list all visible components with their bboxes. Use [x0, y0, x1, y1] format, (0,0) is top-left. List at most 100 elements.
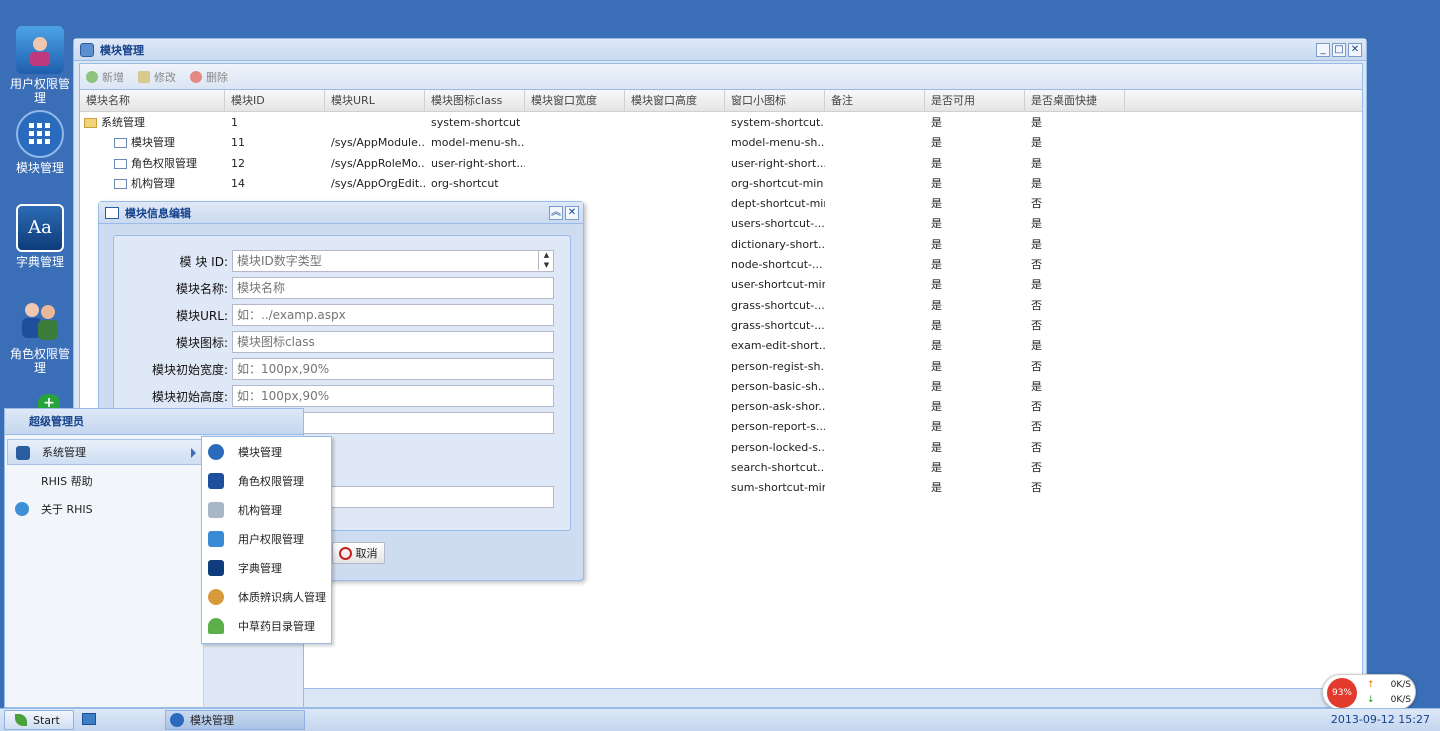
- menu-item-help[interactable]: RHIS 帮助: [7, 468, 203, 494]
- table-cell: 是: [931, 156, 942, 170]
- column-header[interactable]: 模块窗口高度: [625, 90, 725, 111]
- desktop-icon-module-mgmt[interactable]: 模块管理: [10, 110, 70, 175]
- module-icon-input[interactable]: [232, 331, 554, 353]
- window-title: 模块管理: [100, 43, 144, 57]
- desktop-icon-user-rights[interactable]: 用户权限管理: [10, 26, 70, 105]
- table-row[interactable]: 系统管理 1 system-shortcut system-shortcut... 是 是: [80, 113, 1362, 133]
- add-person-icon: [208, 588, 224, 605]
- column-header[interactable]: 模块ID: [225, 90, 325, 111]
- network-monitor-widget[interactable]: 93% ↑ 0K/S ↓ 0K/S: [1322, 674, 1416, 710]
- table-cell: org-shortcut-min: [731, 176, 824, 190]
- submenu-label: 模块管理: [238, 445, 282, 459]
- cpu-usage-badge: 93%: [1327, 678, 1357, 708]
- column-header[interactable]: 窗口小图标: [725, 90, 825, 111]
- field-row-module-icon: 模块图标:: [114, 331, 554, 353]
- table-cell: person-locked-s...: [731, 440, 825, 454]
- submenu-item-dictionary[interactable]: 字典管理: [202, 553, 331, 582]
- column-header[interactable]: 模块名称: [80, 90, 225, 111]
- table-cell: person-ask-shor...: [731, 400, 825, 414]
- submenu-item-role[interactable]: 角色权限管理: [202, 466, 331, 495]
- module-height-input[interactable]: [232, 385, 554, 407]
- dialog-close-button[interactable]: ✕: [565, 206, 579, 220]
- dialog-title: 模块信息编辑: [125, 206, 191, 220]
- table-cell: [625, 154, 725, 174]
- collapse-button[interactable]: ︽: [549, 206, 563, 220]
- module-name-input[interactable]: [232, 277, 554, 299]
- add-button[interactable]: 新增: [86, 69, 124, 85]
- dictionary-book-icon: [208, 559, 224, 576]
- table-cell: 是: [931, 298, 942, 312]
- submenu-item-herbs[interactable]: 中草药目录管理: [202, 611, 331, 640]
- form-icon: [114, 158, 127, 169]
- table-cell: 否: [1031, 440, 1042, 454]
- desktop-icon-label: 用户权限管理: [10, 77, 71, 105]
- spinner-arrows-icon[interactable]: ▲ ▼: [538, 250, 554, 270]
- table-cell: 11: [231, 136, 245, 150]
- table-cell: [825, 336, 925, 356]
- table-cell: 是: [931, 318, 942, 332]
- table-cell: system-shortcut: [431, 116, 521, 129]
- table-cell: [825, 357, 925, 377]
- column-header[interactable]: 是否可用: [925, 90, 1025, 111]
- window-titlebar[interactable]: 模块管理: [74, 39, 1366, 61]
- column-header[interactable]: 模块图标class: [425, 90, 525, 111]
- table-row[interactable]: 角色权限管理 12/sys/AppRoleMo... user-right-shor…: [80, 154, 1362, 174]
- field-label: 模块名称:: [175, 281, 228, 296]
- folder-icon: [84, 118, 97, 128]
- table-cell: [525, 113, 625, 133]
- submenu-label: 角色权限管理: [238, 474, 304, 488]
- delete-button[interactable]: 删除: [190, 69, 228, 85]
- tree-node-label: 模块管理: [131, 136, 175, 150]
- table-cell: [525, 154, 625, 174]
- menu-item-about[interactable]: 关于 RHIS: [7, 496, 203, 522]
- table-cell: [825, 154, 925, 174]
- table-cell: 是: [1031, 136, 1042, 150]
- table-cell: [625, 478, 725, 498]
- table-cell: user-shortcut-min: [731, 278, 825, 292]
- table-cell: [625, 174, 725, 194]
- minimize-button[interactable]: _: [1316, 43, 1330, 57]
- table-cell: [625, 113, 725, 133]
- dialog-titlebar[interactable]: 模块信息编辑: [99, 202, 583, 224]
- submenu-item-constitution[interactable]: 体质辨识病人管理: [202, 582, 331, 611]
- module-id-input[interactable]: [232, 250, 554, 272]
- table-cell: [625, 438, 725, 458]
- edit-button[interactable]: 修改: [138, 69, 176, 85]
- table-cell: 否: [1031, 258, 1042, 272]
- table-cell: [625, 235, 725, 255]
- module-width-input[interactable]: [232, 358, 554, 380]
- quick-launch-desktop-icon[interactable]: [82, 713, 96, 725]
- table-cell: /sys/AppRoleMo...: [331, 156, 425, 170]
- table-cell: [825, 397, 925, 417]
- table-cell: [625, 458, 725, 478]
- submenu-item-module[interactable]: 模块管理: [202, 437, 331, 466]
- menu-item-system[interactable]: 系统管理: [7, 439, 203, 465]
- close-button[interactable]: ✕: [1348, 43, 1362, 57]
- table-cell: [625, 133, 725, 153]
- delete-label: 删除: [206, 70, 228, 84]
- desktop-icon-role-rights[interactable]: 角色权限管理: [10, 296, 70, 375]
- cancel-icon: [338, 546, 352, 560]
- maximize-button[interactable]: □: [1332, 43, 1346, 57]
- table-cell: 否: [1031, 359, 1042, 373]
- add-label: 新增: [102, 70, 124, 84]
- cancel-button[interactable]: 取消: [331, 542, 385, 564]
- table-cell: 是: [1031, 237, 1042, 251]
- column-header[interactable]: 模块窗口宽度: [525, 90, 625, 111]
- desktop-icon-dictionary[interactable]: Aa 字典管理: [10, 204, 70, 269]
- system-settings-icon: [16, 446, 30, 460]
- module-url-input[interactable]: [232, 304, 554, 326]
- column-header[interactable]: 备注: [825, 90, 925, 111]
- herb-icon: [208, 617, 224, 634]
- column-header[interactable]: 模块URL: [325, 90, 425, 111]
- table-row[interactable]: 机构管理 14/sys/AppOrgEdit... org-shortcut org-…: [80, 174, 1362, 194]
- submenu-item-user[interactable]: 用户权限管理: [202, 524, 331, 553]
- start-button[interactable]: Start: [4, 710, 74, 730]
- table-row[interactable]: 模块管理 11/sys/AppModule... model-menu-sh... m…: [80, 133, 1362, 153]
- table-cell: [825, 255, 925, 275]
- taskbar-item-module[interactable]: 模块管理: [165, 710, 305, 730]
- column-header[interactable]: 是否桌面快捷: [1025, 90, 1125, 111]
- form-icon: [114, 178, 127, 189]
- tree-node-label: 机构管理: [131, 176, 175, 190]
- submenu-item-org[interactable]: 机构管理: [202, 495, 331, 524]
